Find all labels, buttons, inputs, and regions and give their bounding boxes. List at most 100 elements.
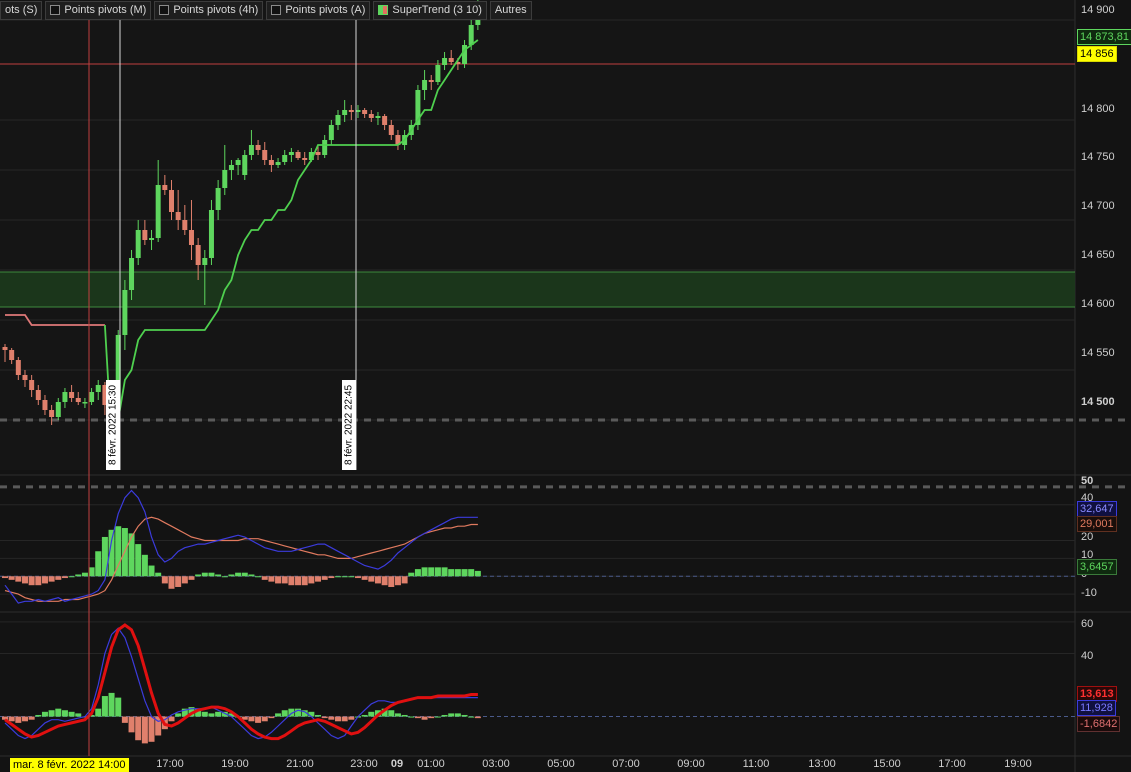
osc-histogram-bar bbox=[121, 716, 128, 723]
vertical-marker-label[interactable]: 8 févr. 2022 15:30 bbox=[106, 380, 120, 470]
histogram-value-tag: 3,6457 bbox=[1077, 559, 1117, 575]
osc-histogram-bar bbox=[315, 714, 322, 717]
candle-body bbox=[208, 210, 214, 258]
candle-body bbox=[448, 58, 454, 62]
macd-histogram-bar bbox=[288, 576, 295, 586]
macd-histogram-bar bbox=[208, 572, 215, 577]
osc-fast-tag: 11,928 bbox=[1077, 700, 1116, 716]
macd-histogram-bar bbox=[228, 574, 235, 577]
candle-body bbox=[242, 155, 248, 175]
osc-histogram-bar bbox=[388, 710, 395, 717]
osc-histogram-bar bbox=[348, 716, 355, 720]
candle-body bbox=[368, 114, 374, 118]
osc-histogram-bar bbox=[408, 716, 415, 718]
macd-histogram-bar bbox=[168, 576, 175, 589]
macd-histogram-bar bbox=[95, 551, 102, 577]
vertical-marker-label[interactable]: 8 févr. 2022 22:45 bbox=[342, 380, 356, 470]
candle-body bbox=[248, 145, 254, 155]
indicator-toolbar: ots (S) Points pivots (M) Points pivots … bbox=[0, 0, 535, 20]
candle-body bbox=[202, 258, 208, 265]
toolbar-item-autres[interactable]: Autres bbox=[489, 0, 532, 20]
osc-histogram-bar bbox=[95, 708, 102, 717]
osc-histogram-bar bbox=[268, 716, 275, 719]
macd-histogram-bar bbox=[68, 576, 75, 578]
macd-histogram-bar bbox=[421, 567, 428, 577]
candle-body bbox=[62, 392, 68, 402]
osc-histogram-bar bbox=[468, 716, 475, 718]
osc-histogram-bar bbox=[68, 711, 75, 717]
toolbar-item-pivots-m[interactable]: Points pivots (M) bbox=[45, 0, 152, 20]
toolbar-item-pivots-a[interactable]: Points pivots (A) bbox=[266, 0, 371, 20]
time-tick: 11:00 bbox=[742, 758, 770, 770]
cursor-price-tag: 14 856 bbox=[1077, 46, 1117, 62]
time-tick: 01:00 bbox=[417, 758, 445, 770]
candle-body bbox=[275, 162, 281, 165]
candle-body bbox=[42, 400, 48, 410]
checkbox-icon[interactable] bbox=[50, 5, 61, 15]
macd-histogram-bar bbox=[361, 576, 368, 580]
macd-histogram-bar bbox=[235, 572, 242, 577]
candle-body bbox=[468, 25, 474, 45]
candle-body bbox=[95, 385, 101, 392]
toolbar-item-pivots-s[interactable]: ots (S) bbox=[0, 0, 43, 20]
time-tick: 15:00 bbox=[873, 758, 901, 770]
candle-body bbox=[169, 190, 174, 212]
candle-body bbox=[388, 125, 394, 135]
macd-histogram-bar bbox=[75, 574, 82, 577]
macd-histogram-bar bbox=[161, 576, 168, 584]
osc-histogram-bar bbox=[454, 713, 461, 717]
marker-text: 8 févr. 2022 15:30 bbox=[107, 384, 119, 466]
osc-histogram-bar bbox=[201, 711, 208, 717]
toolbar-item-pivots-4h[interactable]: Points pivots (4h) bbox=[154, 0, 264, 20]
macd-histogram-bar bbox=[468, 569, 475, 577]
macd-histogram-bar bbox=[28, 576, 35, 586]
osc-histogram-bar bbox=[175, 713, 182, 717]
supertrend-color-icon[interactable] bbox=[378, 5, 389, 15]
checkbox-icon[interactable] bbox=[271, 5, 282, 15]
macd-histogram-bar bbox=[348, 576, 355, 578]
candle-body bbox=[49, 410, 55, 417]
osc-histogram-bar bbox=[261, 716, 268, 722]
macd-histogram-bar bbox=[81, 572, 88, 577]
candle-body bbox=[255, 145, 261, 150]
macd-histogram-bar bbox=[55, 576, 62, 580]
osc-histogram-bar bbox=[55, 708, 62, 717]
candle-body bbox=[129, 258, 135, 290]
price-tick: 14 700 bbox=[1081, 200, 1115, 212]
chart-canvas[interactable] bbox=[0, 0, 1131, 772]
candle-body bbox=[442, 58, 448, 65]
last-price-tag: 14 873,81 bbox=[1077, 29, 1131, 45]
time-tick: 13:00 bbox=[808, 758, 836, 770]
osc-histogram-bar bbox=[61, 710, 68, 717]
toolbar-item-supertrend[interactable]: SuperTrend (3 10) bbox=[373, 0, 487, 20]
osc-histogram-bar bbox=[115, 697, 122, 717]
checkbox-icon[interactable] bbox=[159, 5, 170, 15]
macd-histogram-bar bbox=[155, 572, 162, 577]
time-tick: 19:00 bbox=[221, 758, 249, 770]
candle-body bbox=[342, 110, 348, 115]
macd-value-tag: 32,647 bbox=[1077, 501, 1117, 517]
macd-histogram-bar bbox=[434, 567, 441, 577]
macd-histogram-bar bbox=[354, 576, 361, 579]
osc-histogram-bar bbox=[148, 716, 155, 742]
macd-histogram-bar bbox=[181, 576, 188, 584]
macd-histogram-bar bbox=[315, 576, 322, 582]
osc-histogram-bar bbox=[335, 716, 341, 722]
macd-histogram-bar bbox=[448, 569, 455, 577]
candle-body bbox=[2, 347, 8, 350]
macd-tick: -10 bbox=[1081, 587, 1097, 599]
candle-body bbox=[22, 375, 28, 380]
macd-histogram-bar bbox=[255, 576, 262, 578]
osc-histogram-bar bbox=[48, 710, 55, 717]
candle-body bbox=[162, 185, 168, 190]
macd-histogram-bar bbox=[374, 576, 381, 584]
grid-lines bbox=[0, 0, 1131, 772]
macd-histogram-bar bbox=[35, 576, 42, 586]
candle-body bbox=[428, 80, 434, 82]
osc-histogram-bar bbox=[135, 716, 142, 741]
osc-histogram-bar bbox=[28, 716, 35, 720]
candle-body bbox=[288, 152, 294, 155]
candle-body bbox=[69, 392, 75, 398]
macd-histogram-bar bbox=[408, 572, 415, 577]
price-tick: 14 600 bbox=[1081, 298, 1115, 310]
